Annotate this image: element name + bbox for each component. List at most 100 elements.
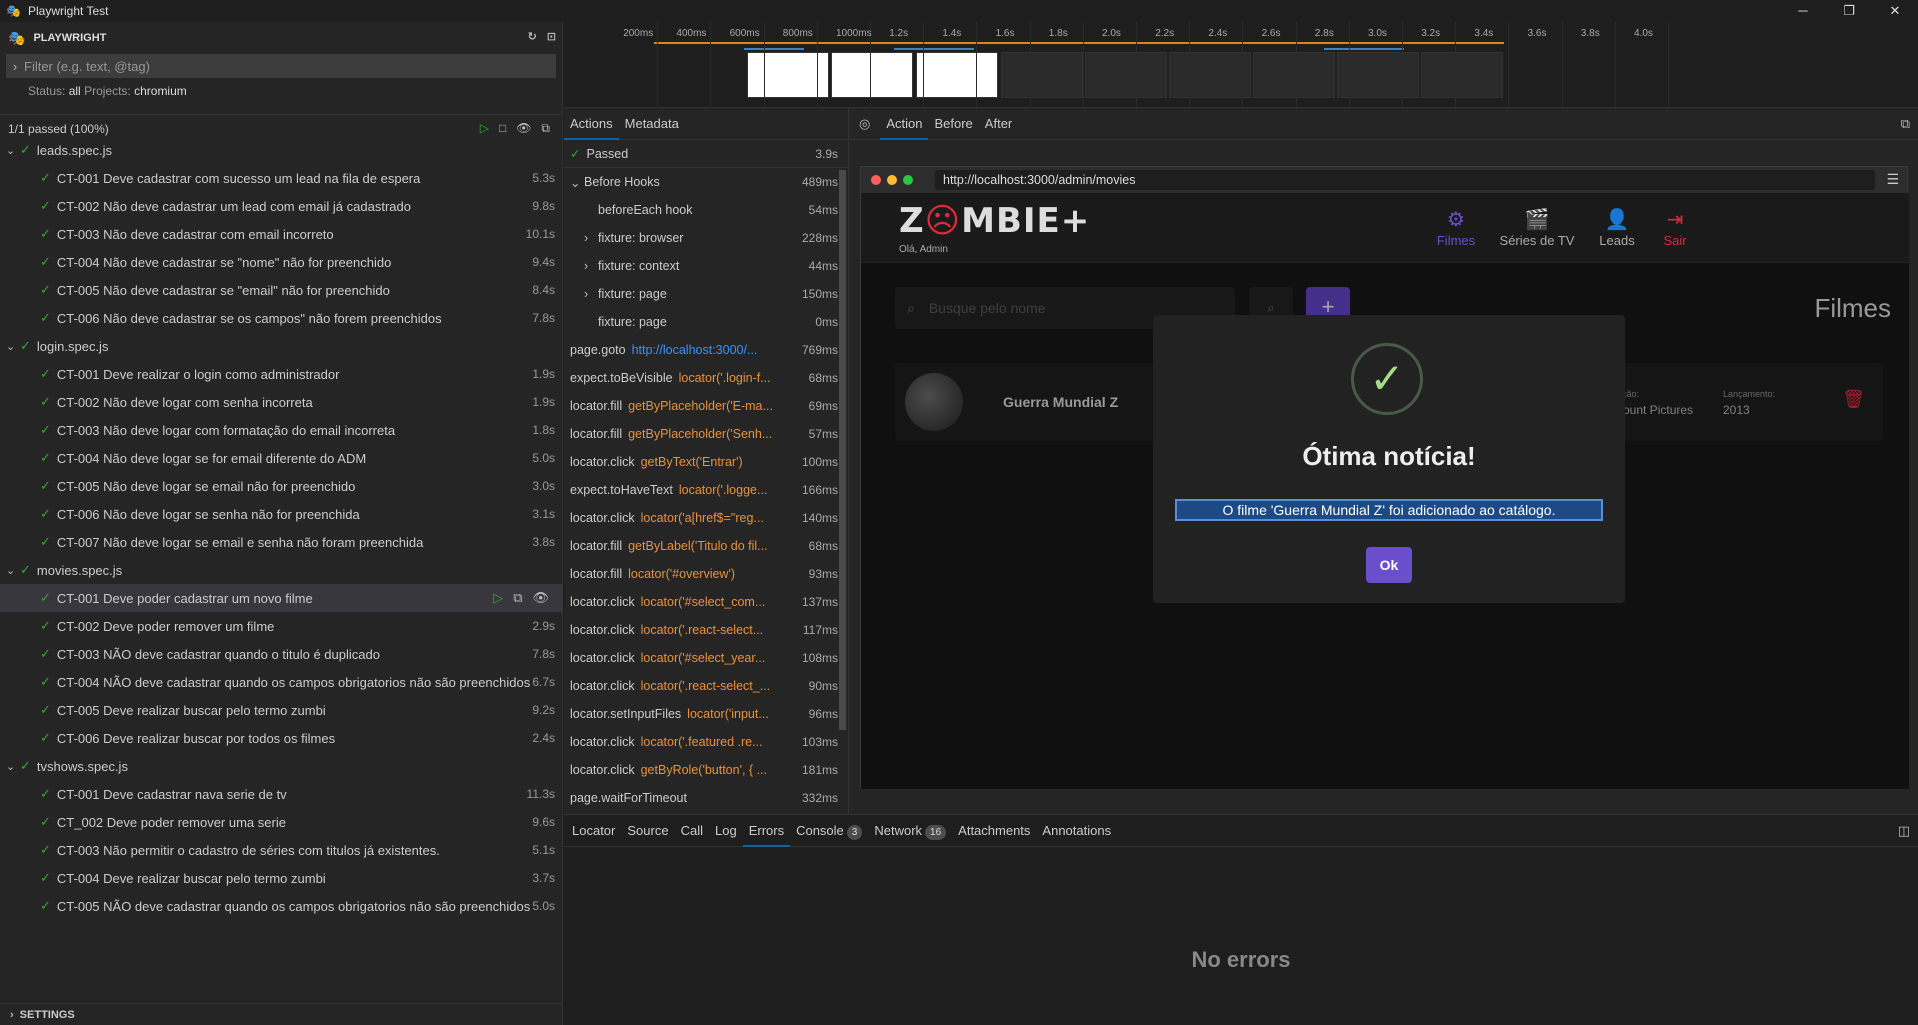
- action-row[interactable]: locator.click locator('a[href$="reg... 140…: [564, 504, 848, 532]
- tree-test-row[interactable]: ✓ CT-003 Não deve cadastrar com email inc…: [0, 220, 563, 248]
- tree-test-row[interactable]: ✓ CT-005 Não deve cadastrar se "email" nã…: [0, 276, 563, 304]
- tree-test-row[interactable]: ✓ CT-002 Deve poder remover um filme 2.9s: [0, 612, 563, 640]
- open-snapshot-icon[interactable]: ⧉: [1901, 116, 1910, 132]
- tab-network[interactable]: Network 16: [868, 815, 952, 847]
- tree-test-row[interactable]: ✓ CT-005 Deve realizar buscar pelo termo …: [0, 696, 563, 724]
- tree-test-row[interactable]: ✓ CT-005 Não deve logar se email não for …: [0, 472, 563, 500]
- tree-test-row[interactable]: ✓ CT-004 Não deve cadastrar se "nome" não…: [0, 248, 563, 276]
- chevron-down-icon[interactable]: ⌄: [6, 564, 20, 577]
- tab-locator[interactable]: Locator: [566, 815, 621, 847]
- timeline-thumbnail[interactable]: [1421, 52, 1503, 98]
- stop-icon[interactable]: □: [499, 121, 506, 136]
- timeline-thumbnail[interactable]: [1169, 52, 1251, 98]
- tab-actions[interactable]: Actions: [564, 108, 619, 140]
- status-value[interactable]: all: [69, 84, 81, 98]
- tree-test-row[interactable]: ✓ CT-004 NÃO deve cadastrar quando os cam…: [0, 668, 563, 696]
- action-row[interactable]: page.waitForTimeout 332ms: [564, 784, 848, 812]
- tree-test-row[interactable]: ✓ CT-004 Não deve logar se for email dife…: [0, 444, 563, 472]
- chevron-right-icon[interactable]: ›: [584, 287, 598, 301]
- action-row[interactable]: fixture: page 0ms: [564, 308, 848, 336]
- tab-after[interactable]: After: [979, 108, 1018, 140]
- timeline-thumbnail[interactable]: [1085, 52, 1167, 98]
- reload-icon[interactable]: ↻: [528, 30, 537, 43]
- chevron-down-icon[interactable]: ⌄: [570, 175, 584, 190]
- chevron-right-icon[interactable]: ›: [584, 231, 598, 245]
- timeline-thumbnail[interactable]: [1253, 52, 1335, 98]
- action-row[interactable]: › fixture: browser 228ms: [564, 224, 848, 252]
- action-row[interactable]: › fixture: page 150ms: [564, 280, 848, 308]
- tab-call[interactable]: Call: [675, 815, 709, 847]
- tree-test-row[interactable]: ✓ CT-001 Deve poder cadastrar um novo fil…: [0, 584, 563, 612]
- action-row[interactable]: beforeEach hook 54ms: [564, 196, 848, 224]
- chevron-down-icon[interactable]: ⌄: [6, 144, 20, 157]
- open-source-icon[interactable]: ⧉: [513, 590, 522, 606]
- tree-test-row[interactable]: ✓ CT-006 Não deve cadastrar se os campos"…: [0, 304, 563, 332]
- action-row[interactable]: expect.toHaveText locator('.logge... 166ms: [564, 476, 848, 504]
- action-row[interactable]: locator.fill locator('#overview') 93ms: [564, 560, 848, 588]
- trace-timeline[interactable]: 200ms 400ms 600ms 800ms 1000ms 1.2s 1.4s 1.6s 1.…: [564, 22, 1918, 108]
- tree-file-row[interactable]: ⌄ ✓ login.spec.js: [0, 332, 563, 360]
- action-row[interactable]: page.goto http://localhost:3000/... 769ms: [564, 336, 848, 364]
- actions-scrollbar[interactable]: [838, 140, 848, 814]
- tree-file-row[interactable]: ⌄ ✓ tvshows.spec.js: [0, 752, 563, 780]
- tree-file-row[interactable]: ⌄ ✓ movies.spec.js: [0, 556, 563, 584]
- tab-errors[interactable]: Errors: [742, 815, 791, 847]
- chevron-right-icon[interactable]: ›: [6, 59, 24, 74]
- tree-test-row[interactable]: ✓ CT-003 Não deve logar com formatação do…: [0, 416, 563, 444]
- action-row[interactable]: locator.fill getByPlaceholder('E-ma... 69m…: [564, 392, 848, 420]
- tab-source[interactable]: Source: [621, 815, 674, 847]
- action-row[interactable]: locator.click getByText('Entrar') 100ms: [564, 448, 848, 476]
- tree-file-row[interactable]: ⌄ ✓ leads.spec.js: [0, 136, 563, 164]
- action-row[interactable]: locator.click locator('#select_year... 108…: [564, 644, 848, 672]
- toggle-output-icon[interactable]: ⊡: [547, 30, 556, 43]
- chevron-down-icon[interactable]: ⌄: [6, 760, 20, 773]
- action-row[interactable]: › fixture: context 44ms: [564, 252, 848, 280]
- tree-test-row[interactable]: ✓ CT_002 Deve poder remover uma serie 9.6s: [0, 808, 563, 836]
- action-row[interactable]: locator.click locator('.featured .re... 10…: [564, 728, 848, 756]
- action-row[interactable]: ✓ Passed 3.9s: [564, 140, 848, 168]
- collapse-all-icon[interactable]: ⧉: [541, 121, 550, 136]
- watch-icon[interactable]: 👁: [532, 590, 549, 606]
- action-row[interactable]: locator.fill getByPlaceholder('Senh... 57m…: [564, 420, 848, 448]
- close-window-button[interactable]: ✕: [1872, 0, 1918, 22]
- tree-test-row[interactable]: ✓ CT-001 Deve cadastrar com sucesso um le…: [0, 164, 563, 192]
- action-row[interactable]: locator.fill getByLabel('Titulo do fil...…: [564, 532, 848, 560]
- tree-test-row[interactable]: ✓ CT-002 Não deve logar com senha incorre…: [0, 388, 563, 416]
- chevron-down-icon[interactable]: ⌄: [6, 340, 20, 353]
- timeline-thumbnail[interactable]: [916, 52, 998, 98]
- action-row[interactable]: locator.click getByRole('button', { ... 18…: [564, 756, 848, 784]
- tab-log[interactable]: Log: [709, 815, 743, 847]
- tab-attachments[interactable]: Attachments: [952, 815, 1036, 847]
- action-row[interactable]: locator.click locator('.react-select_... 9…: [564, 672, 848, 700]
- watch-icon[interactable]: 👁: [516, 121, 531, 136]
- tree-test-row[interactable]: ✓ CT-003 Não permitir o cadastro de série…: [0, 836, 563, 864]
- tab-before[interactable]: Before: [928, 108, 978, 140]
- timeline-thumbnail[interactable]: [831, 52, 913, 98]
- action-row[interactable]: locator.click locator('.react-select... 11…: [564, 616, 848, 644]
- action-row[interactable]: expect.toBeVisible locator('.login-f... 68…: [564, 364, 848, 392]
- minimize-button[interactable]: ─: [1780, 0, 1826, 22]
- tab-action[interactable]: Action: [880, 108, 929, 140]
- tree-test-row[interactable]: ✓ CT-005 NÃO deve cadastrar quando os cam…: [0, 892, 563, 920]
- tree-test-row[interactable]: ✓ CT-002 Não deve cadastrar um lead com e…: [0, 192, 563, 220]
- run-test-icon[interactable]: ▷: [493, 590, 503, 606]
- filter-input[interactable]: › Filter (e.g. text, @tag): [6, 54, 556, 78]
- settings-section[interactable]: › SETTINGS: [0, 1003, 563, 1025]
- tree-test-row[interactable]: ✓ CT-001 Deve cadastrar nava serie de tv 1…: [0, 780, 563, 808]
- action-row[interactable]: ⌄ Before Hooks 489ms: [564, 168, 848, 196]
- tree-test-row[interactable]: ✓ CT-006 Deve realizar buscar por todos o…: [0, 724, 563, 752]
- tree-test-row[interactable]: ✓ CT-006 Não deve logar se senha não for …: [0, 500, 563, 528]
- nav-sair[interactable]: ⇥ Sair: [1625, 207, 1725, 248]
- tree-test-row[interactable]: ✓ CT-004 Deve realizar buscar pelo termo …: [0, 864, 563, 892]
- chevron-right-icon[interactable]: ›: [584, 259, 598, 273]
- tree-test-row[interactable]: ✓ CT-003 NÃO deve cadastrar quando o titu…: [0, 640, 563, 668]
- tab-metadata[interactable]: Metadata: [619, 108, 685, 140]
- toggle-layout-icon[interactable]: ◫: [1898, 823, 1910, 839]
- tree-test-row[interactable]: ✓ CT-001 Deve realizar o login como admin…: [0, 360, 563, 388]
- tab-console[interactable]: Console 3: [790, 815, 868, 847]
- timeline-thumbnail[interactable]: [1001, 52, 1083, 98]
- action-row[interactable]: locator.click locator('#select_com... 137m…: [564, 588, 848, 616]
- action-row[interactable]: locator.setInputFiles locator('input... 96…: [564, 700, 848, 728]
- pick-locator-icon[interactable]: ◎: [859, 116, 870, 132]
- tree-test-row[interactable]: ✓ CT-007 Não deve logar se email e senha …: [0, 528, 563, 556]
